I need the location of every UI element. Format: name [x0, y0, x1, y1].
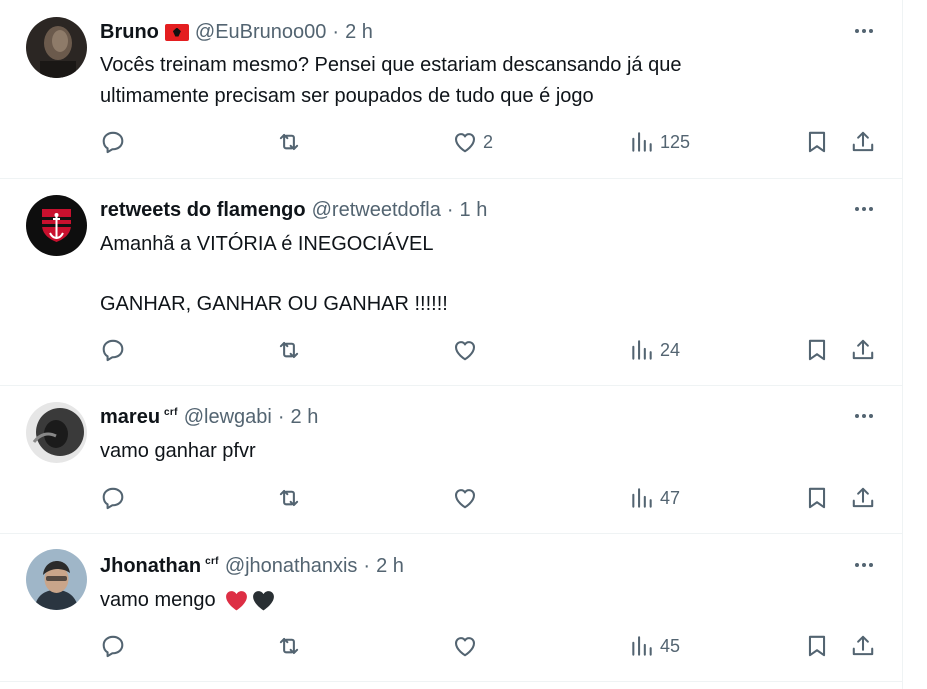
view-count: 24	[660, 339, 681, 360]
views-icon	[632, 132, 652, 152]
retweet-icon	[279, 637, 299, 655]
display-name[interactable]: Jhonathan	[100, 555, 201, 578]
tweet-header: Bruno @EuBrunoo00 · 2 h	[100, 17, 373, 47]
tweet-text: vamo ganhar pfvr	[100, 440, 256, 462]
share-icon	[852, 339, 874, 360]
share-button[interactable]	[850, 337, 876, 363]
share-button[interactable]	[850, 633, 876, 659]
views-button[interactable]: 24	[629, 337, 680, 363]
black-heart-emoji-icon	[252, 591, 274, 611]
display-name[interactable]: retweets do flamengo	[100, 199, 306, 222]
reply-icon	[102, 487, 124, 510]
avatar[interactable]	[26, 402, 87, 463]
avatar[interactable]	[26, 17, 87, 78]
share-icon	[852, 131, 874, 152]
reply-feed: Bruno @EuBrunoo00 · 2 h Vocês treinam me…	[0, 0, 903, 689]
tweet-text-row: vamo mengo	[100, 585, 860, 616]
reply-button[interactable]	[100, 129, 126, 155]
crf-badge: crf	[205, 555, 219, 567]
retweet-button[interactable]	[276, 485, 302, 511]
more-icon[interactable]	[852, 553, 876, 577]
retweet-icon	[279, 489, 299, 507]
bookmark-button[interactable]	[804, 129, 830, 155]
timestamp[interactable]: 2 h	[376, 555, 404, 578]
bookmark-icon	[808, 339, 826, 361]
tweet-header: Jhonathan crf @jhonathanxis · 2 h	[100, 551, 404, 581]
separator-dot: ·	[277, 405, 285, 428]
view-count: 125	[660, 131, 691, 152]
tweet-mareu[interactable]: mareu crf @lewgabi · 2 h vamo ganhar pfv…	[0, 385, 902, 534]
reply-icon	[102, 635, 124, 658]
tweet-text: vamo mengo	[100, 589, 216, 611]
tweet-text: Amanhã a VITÓRIA é INEGOCIÁVEL GANHAR, G…	[100, 233, 448, 315]
views-button[interactable]: 45	[629, 633, 680, 659]
albania-flag-icon	[164, 23, 189, 41]
like-button[interactable]	[452, 337, 483, 363]
reply-icon	[102, 339, 124, 362]
avatar[interactable]	[26, 195, 87, 256]
tweet-bruno[interactable]: Bruno @EuBrunoo00 · 2 h Vocês treinam me…	[0, 0, 902, 179]
views-icon	[632, 340, 652, 360]
tweet-header: mareu crf @lewgabi · 2 h	[100, 402, 318, 432]
like-button[interactable]	[452, 633, 483, 659]
bookmark-button[interactable]	[804, 485, 830, 511]
views-icon	[632, 636, 652, 656]
reply-button[interactable]	[100, 633, 126, 659]
avatar[interactable]	[26, 549, 87, 610]
reply-button[interactable]	[100, 485, 126, 511]
handle[interactable]: @jhonathanxis	[225, 555, 358, 578]
separator-dot: ·	[446, 198, 454, 221]
retweet-icon	[279, 341, 299, 359]
retweet-button[interactable]	[276, 129, 302, 155]
views-button[interactable]: 47	[629, 485, 680, 511]
retweet-button[interactable]	[276, 633, 302, 659]
crf-badge: crf	[164, 406, 178, 418]
tweet-text: Vocês treinam mesmo? Pensei que estariam…	[100, 54, 682, 107]
share-icon	[852, 635, 874, 656]
handle[interactable]: @lewgabi	[184, 406, 272, 429]
tweet-retweetdofla[interactable]: retweets do flamengo @retweetdofla · 1 h…	[0, 178, 902, 386]
more-icon[interactable]	[852, 197, 876, 221]
bookmark-button[interactable]	[804, 337, 830, 363]
more-icon[interactable]	[852, 404, 876, 428]
views-button[interactable]: 125	[629, 129, 690, 155]
bookmark-icon	[808, 635, 826, 657]
reply-icon	[102, 131, 124, 154]
more-icon[interactable]	[852, 19, 876, 43]
bookmark-icon	[808, 131, 826, 153]
bookmark-icon	[808, 487, 826, 509]
display-name[interactable]: Bruno	[100, 21, 159, 44]
tweet-jhonathan[interactable]: Jhonathan crf @jhonathanxis · 2 h vamo m…	[0, 533, 902, 682]
retweet-button[interactable]	[276, 337, 302, 363]
heart-icon	[454, 341, 476, 361]
tweet-header: retweets do flamengo @retweetdofla · 1 h	[100, 195, 487, 225]
view-count: 45	[660, 635, 681, 656]
share-button[interactable]	[850, 129, 876, 155]
like-button[interactable]: 2	[452, 129, 493, 155]
red-heart-emoji-icon	[225, 591, 247, 611]
heart-icon	[454, 489, 476, 509]
heart-icon	[454, 133, 476, 153]
heart-icon	[454, 637, 476, 657]
view-count: 47	[660, 487, 681, 508]
reply-button[interactable]	[100, 337, 126, 363]
like-count: 2	[483, 131, 494, 152]
display-name[interactable]: mareu	[100, 406, 160, 429]
timestamp[interactable]: 1 h	[460, 199, 488, 222]
handle[interactable]: @EuBrunoo00	[195, 21, 327, 44]
like-button[interactable]	[452, 485, 483, 511]
separator-dot: ·	[332, 20, 340, 43]
retweet-icon	[279, 133, 299, 151]
share-button[interactable]	[850, 485, 876, 511]
separator-dot: ·	[363, 554, 371, 577]
timestamp[interactable]: 2 h	[345, 21, 373, 44]
timestamp[interactable]: 2 h	[291, 406, 319, 429]
share-icon	[852, 487, 874, 508]
views-icon	[632, 488, 652, 508]
handle[interactable]: @retweetdofla	[312, 199, 441, 222]
bookmark-button[interactable]	[804, 633, 830, 659]
